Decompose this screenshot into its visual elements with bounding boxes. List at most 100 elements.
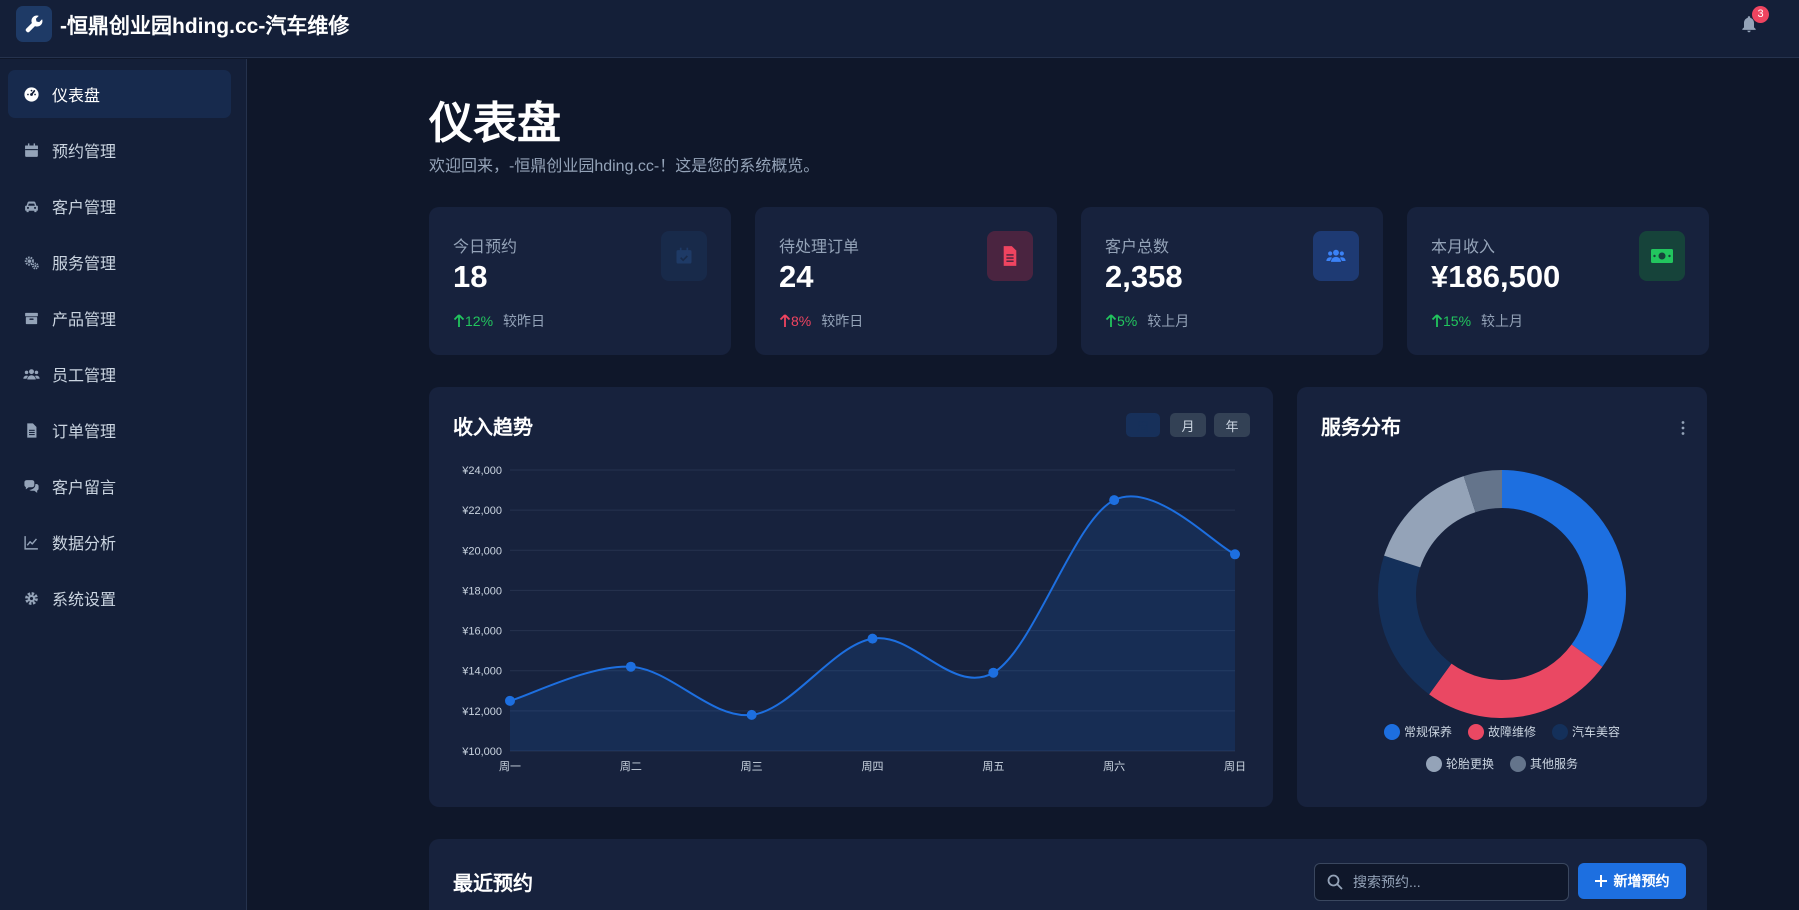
legend-swatch	[1467, 723, 1484, 740]
sidebar-item-label: 产品管理	[52, 312, 117, 329]
sidebar-item-label: 客户管理	[52, 200, 117, 217]
sidebar-item-analytics[interactable]: 数据分析	[8, 518, 231, 566]
revenue-trend-card: 收入趋势 周 月 年 ¥10,000 ¥12,000 ¥14,000 ¥16,000 ¥…	[429, 387, 1273, 807]
sidebar-item-label: 数据分析	[52, 536, 117, 553]
x-tick-label: 周日	[1224, 760, 1246, 773]
legend-item[interactable]: 常规保养	[1383, 723, 1452, 740]
arrow-up-icon	[1431, 314, 1443, 327]
sidebar-item-label: 仪表盘	[52, 88, 101, 105]
gears-icon	[24, 255, 39, 269]
legend-item[interactable]: 其他服务	[1510, 755, 1578, 772]
y-tick-label: ¥12,000	[461, 706, 502, 718]
sidebar-item-dashboard[interactable]: 仪表盘	[8, 70, 231, 118]
users-icon	[23, 368, 40, 379]
y-tick-label: ¥10,000	[461, 746, 502, 758]
stat-change: 15% 较上月	[1431, 311, 1523, 331]
wrench-icon	[16, 6, 52, 42]
donut-slice[interactable]	[1378, 555, 1452, 695]
top-header: -恒鼎创业园hding.cc-汽车维修 3	[0, 0, 1799, 58]
data-point[interactable]	[746, 709, 757, 720]
sidebar-item-services[interactable]: 服务管理	[8, 238, 231, 286]
donut-legend-row-1: 常规保养 故障维修 汽车美容	[1297, 723, 1707, 740]
y-tick-label: ¥22,000	[461, 505, 502, 517]
invoice-icon	[987, 231, 1033, 281]
legend-swatch	[1510, 755, 1526, 772]
search-icon	[1327, 874, 1343, 890]
page-title: 仪表盘	[429, 99, 561, 148]
stat-value: ¥186,500	[1431, 259, 1561, 294]
sidebar-item-settings[interactable]: 系统设置	[8, 574, 231, 622]
sidebar-item-label: 订单管理	[52, 424, 117, 441]
stat-card-today-appointments: 今日预约 18 12% 较昨日	[429, 207, 731, 355]
y-tick-label: ¥20,000	[461, 545, 502, 557]
x-tick-label: 周五	[982, 760, 1004, 773]
donut-legend-row-2: 轮胎更换 其他服务	[1297, 755, 1707, 772]
legend-swatch	[1383, 723, 1400, 740]
recent-appointments-card: 最近预约 新增预约	[429, 839, 1707, 910]
legend-item[interactable]: 故障维修	[1467, 723, 1536, 740]
x-tick-label: 周六	[1103, 760, 1125, 773]
stat-label: 客户总数	[1105, 239, 1170, 256]
sidebar-item-orders[interactable]: 订单管理	[8, 406, 231, 454]
service-donut-chart	[1378, 470, 1626, 718]
notification-badge: 3	[1752, 6, 1769, 23]
card-title: 服务分布	[1321, 417, 1401, 439]
sidebar-item-label: 客户留言	[52, 480, 117, 497]
card-title: 最近预约	[453, 873, 533, 895]
y-tick-label: ¥24,000	[461, 465, 502, 477]
donut-slice[interactable]	[1429, 644, 1603, 718]
x-tick-label: 周三	[741, 760, 763, 773]
box-icon	[25, 312, 38, 324]
stat-card-monthly-revenue: 本月收入 ¥186,500 15% 较上月	[1407, 207, 1709, 355]
arrow-up-icon	[779, 314, 791, 327]
calendar-icon	[25, 142, 38, 157]
money-icon	[1639, 231, 1685, 281]
stat-card-total-customers: 客户总数 2,358 5% 较上月	[1081, 207, 1383, 355]
stat-value: 2,358	[1105, 259, 1183, 294]
stat-change: 12% 较昨日	[453, 311, 545, 331]
sidebar-item-employees[interactable]: 员工管理	[8, 350, 231, 398]
legend-item[interactable]: 汽车美容	[1552, 723, 1620, 740]
revenue-line-chart: ¥10,000 ¥12,000 ¥14,000 ¥16,000 ¥18,000 ¥20,0…	[461, 465, 1246, 773]
sidebar-item-products[interactable]: 产品管理	[8, 294, 231, 342]
stat-value: 24	[779, 259, 814, 294]
data-point[interactable]	[988, 667, 999, 678]
sidebar-item-messages[interactable]: 客户留言	[8, 462, 231, 510]
sidebar-item-appointments[interactable]: 预约管理	[8, 126, 231, 174]
stat-change: 8% 较昨日	[779, 311, 863, 331]
chart-line-icon	[24, 535, 38, 550]
stat-value: 18	[453, 259, 488, 294]
main-content: 仪表盘 欢迎回来，-恒鼎创业园hding.cc-！这是您的系统概览。 今日预约 …	[248, 59, 1799, 910]
notification-button[interactable]: 3	[1736, 6, 1769, 38]
sidebar-item-label: 系统设置	[52, 592, 117, 609]
data-point[interactable]	[1109, 495, 1120, 506]
add-appointment-button[interactable]: 新增预约	[1578, 863, 1686, 899]
data-point[interactable]	[867, 633, 878, 644]
legend-item[interactable]: 轮胎更换	[1425, 755, 1494, 772]
x-tick-label: 周一	[499, 760, 521, 773]
app-title: -恒鼎创业园hding.cc-汽车维修	[60, 15, 350, 38]
sidebar-item-label: 预约管理	[52, 144, 117, 161]
stat-label: 本月收入	[1431, 239, 1496, 256]
legend-swatch	[1425, 755, 1442, 772]
stat-label: 今日预约	[453, 239, 518, 256]
area-fill	[510, 496, 1235, 751]
donut-slice[interactable]	[1384, 476, 1476, 568]
arrow-up-icon	[453, 314, 465, 327]
legend-swatch	[1552, 723, 1568, 740]
y-tick-label: ¥16,000	[461, 626, 502, 638]
sidebar: 仪表盘 预约管理 客户管理 服务管理 产品管理 员工管理 订单管理 客户留言 数…	[0, 59, 247, 910]
stat-change: 5% 较上月	[1105, 311, 1189, 331]
data-point[interactable]	[1230, 549, 1240, 560]
donut-slice[interactable]	[1502, 470, 1626, 667]
arrow-up-icon	[1105, 314, 1117, 327]
more-vertical-icon[interactable]	[1680, 420, 1686, 436]
data-point[interactable]	[505, 695, 515, 706]
sidebar-item-customers[interactable]: 客户管理	[8, 182, 231, 230]
x-tick-label: 周二	[620, 760, 642, 773]
search-input[interactable]	[1353, 864, 1563, 900]
service-distribution-card: 服务分布 常规保养 故障维修 汽车美容 轮胎更换 其他服务	[1297, 387, 1707, 807]
data-point[interactable]	[625, 661, 636, 672]
car-icon	[25, 201, 38, 212]
stat-card-pending-orders: 待处理订单 24 8% 较昨日	[755, 207, 1057, 355]
